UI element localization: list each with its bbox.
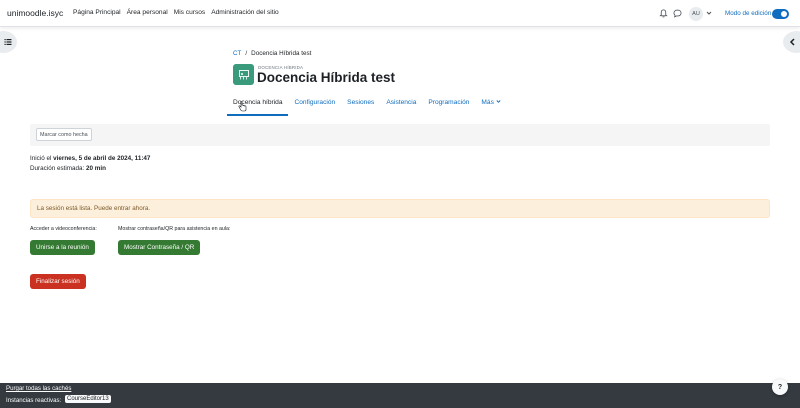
mark-as-done-button[interactable]: Marcar como hecha	[36, 128, 92, 141]
nav-link-home[interactable]: Página Principal	[73, 9, 121, 16]
tab-schedule[interactable]: Programación	[422, 92, 475, 116]
primary-navigation: Página Principal Área personal Mis curso…	[73, 9, 279, 16]
qr-label: Mostrar contraseña/QR para asistencia en…	[118, 226, 231, 232]
secondary-navigation: Docencia híbrida Configuración Sesiones …	[227, 92, 507, 116]
tab-more[interactable]: Más	[475, 92, 506, 116]
activity-icon-container	[233, 64, 254, 85]
block-drawer-toggle[interactable]	[783, 31, 800, 53]
hand-cursor-icon	[238, 101, 247, 112]
videoconference-label: Acceder a videoconferencia:	[30, 226, 97, 232]
nav-link-my-courses[interactable]: Mis cursos	[174, 9, 206, 16]
tab-sessions[interactable]: Sesiones	[341, 92, 380, 116]
tab-more-label: Más	[481, 99, 494, 106]
breadcrumb-separator: /	[245, 50, 248, 57]
session-duration-info: Duración estimada: 20 min	[30, 165, 106, 172]
tab-attendance[interactable]: Asistencia	[380, 92, 422, 116]
session-duration-value: 20 min	[86, 165, 106, 172]
session-ready-alert: La sesión está lista. Puede entrar ahora…	[30, 199, 770, 218]
list-icon	[4, 39, 12, 45]
session-start-prefix: Inició el	[30, 155, 52, 162]
chevron-down-icon[interactable]	[706, 10, 712, 16]
session-start-info: Inició el viernes, 5 de abril de 2024, 1…	[30, 155, 150, 162]
site-brand[interactable]: unimoodle.isyc	[7, 8, 63, 18]
show-password-qr-button[interactable]: Mostrar Contraseña / QR	[118, 240, 201, 255]
breadcrumb: CT / Docencia Híbrida test	[233, 50, 311, 57]
breadcrumb-current[interactable]: Docencia Híbrida test	[251, 50, 311, 57]
nav-link-dashboard[interactable]: Área personal	[127, 9, 168, 16]
top-navbar: unimoodle.isyc Página Principal Área per…	[0, 0, 800, 27]
page-title: Docencia Híbrida test	[257, 70, 396, 85]
chat-icon[interactable]	[673, 9, 682, 18]
bell-icon[interactable]	[659, 9, 668, 18]
join-meeting-button[interactable]: Unirse a la reunión	[30, 240, 95, 255]
activity-completion-bar: Marcar como hecha	[30, 124, 770, 146]
help-button[interactable]: ?	[772, 379, 788, 395]
classroom-icon	[238, 69, 249, 79]
reactive-instances-label: Instancias reactivas:	[6, 397, 62, 404]
user-avatar[interactable]: AU	[689, 7, 703, 21]
course-index-drawer-toggle[interactable]	[0, 31, 17, 53]
breadcrumb-course[interactable]: CT	[233, 50, 241, 57]
edit-mode-toggle[interactable]	[772, 9, 789, 19]
edit-mode-label: Modo de edición	[725, 10, 772, 17]
nav-link-site-admin[interactable]: Administración del sitio	[211, 9, 278, 16]
finish-session-button[interactable]: Finalizar sesión	[30, 274, 86, 289]
tab-hybrid-teaching[interactable]: Docencia híbrida	[227, 92, 289, 116]
tab-settings[interactable]: Configuración	[288, 92, 341, 116]
reactive-instance-badge[interactable]: CourseEditor13	[65, 395, 111, 403]
session-start-value: viernes, 5 de abril de 2024, 11:47	[53, 155, 151, 162]
chevron-left-icon	[789, 38, 795, 46]
session-duration-prefix: Duración estimada:	[30, 165, 85, 172]
purge-caches-link[interactable]: Purgar todas las cachés	[6, 385, 71, 392]
page-footer: Purgar todas las cachés Instancias react…	[0, 383, 800, 408]
chevron-down-icon	[496, 100, 501, 103]
